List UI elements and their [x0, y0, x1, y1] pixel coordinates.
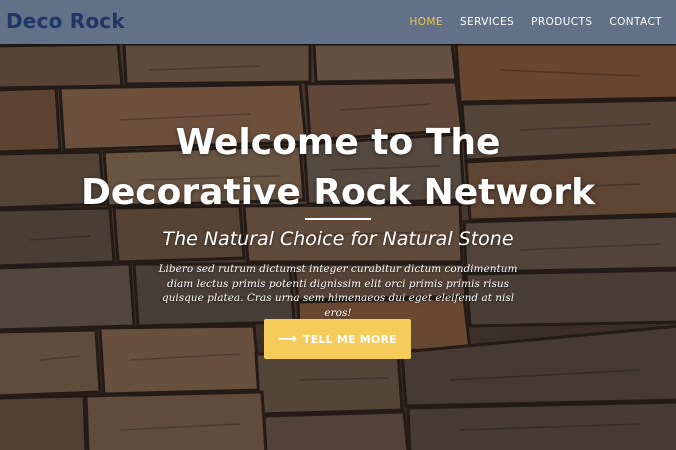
hero-title-line-2: Decorative Rock Network: [80, 172, 596, 213]
hero-content: Welcome to The Decorative Rock Network T…: [0, 0, 676, 450]
hero-title-line-1: Welcome to The: [175, 122, 501, 163]
tell-me-more-label: TELL ME MORE: [303, 332, 397, 346]
arrow-right-icon: ⟶: [278, 331, 297, 347]
hero-title: Welcome to The Decorative Rock Network: [0, 118, 676, 218]
hero-lead-text: Libero sed rutrum dictumst integer curab…: [158, 263, 518, 319]
hero-subtitle: The Natural Choice for Natural Stone: [162, 228, 514, 250]
tell-me-more-button[interactable]: ⟶ TELL ME MORE: [264, 319, 411, 359]
hero-divider: [305, 218, 371, 220]
